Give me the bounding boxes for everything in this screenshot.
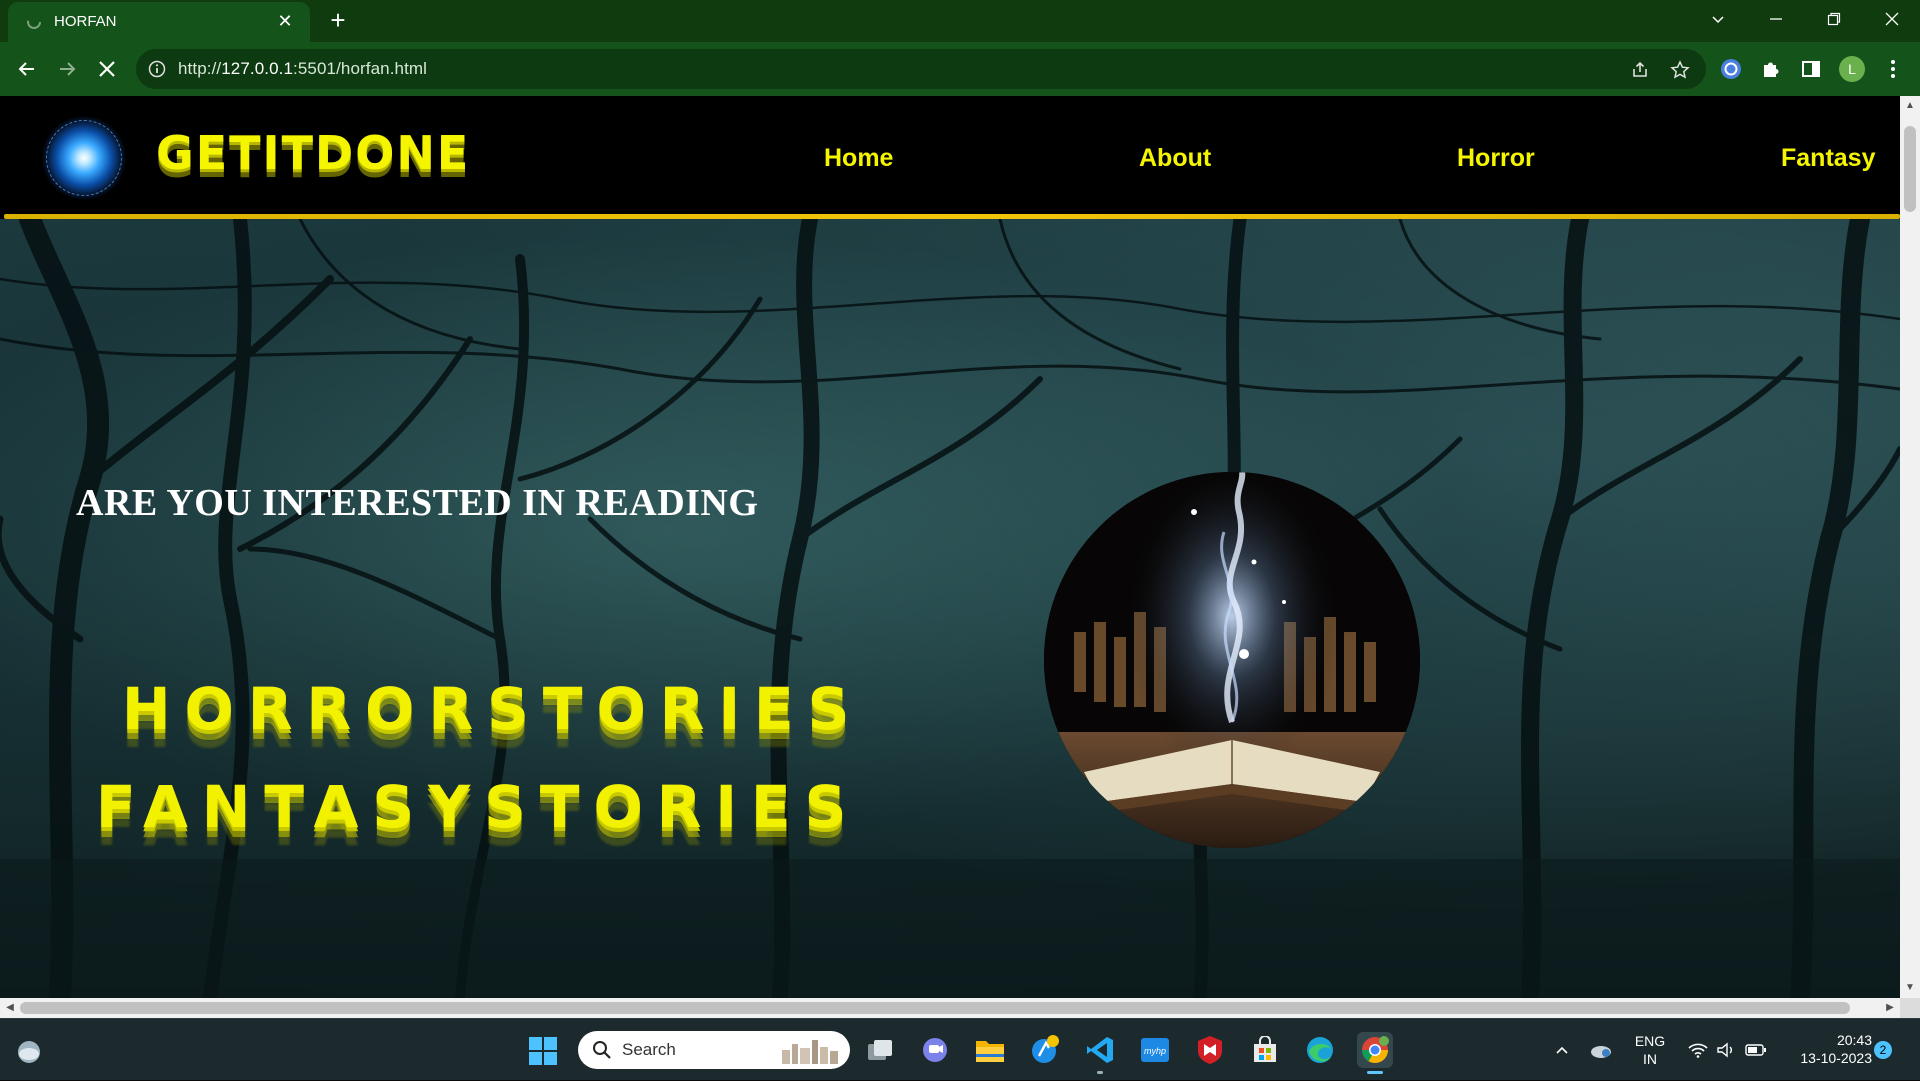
teams-chat-icon[interactable] xyxy=(917,1032,953,1068)
address-bar[interactable]: http://127.0.0.1:5501/horfan.html xyxy=(136,49,1706,89)
url-text: http://127.0.0.1:5501/horfan.html xyxy=(178,59,428,78)
scroll-right-icon[interactable]: ▶ xyxy=(1884,1002,1896,1014)
weather-icon[interactable] xyxy=(14,1036,44,1066)
wifi-icon[interactable] xyxy=(1684,1019,1712,1081)
chrome-icon[interactable] xyxy=(1357,1032,1393,1074)
extensions-puzzle-icon[interactable] xyxy=(1756,54,1786,84)
windows-start-icon[interactable] xyxy=(528,1036,558,1066)
mcafee-icon[interactable] xyxy=(1192,1032,1228,1068)
hero-horror-stories-title: HORRORSTORIES xyxy=(122,675,864,743)
back-icon[interactable] xyxy=(12,54,42,84)
nav-horror-link[interactable]: Horror xyxy=(1457,144,1535,173)
site-brand[interactable]: GETITDONE xyxy=(156,126,470,180)
task-view-icon[interactable] xyxy=(862,1032,898,1068)
onedrive-sync-icon[interactable] xyxy=(1586,1019,1616,1081)
nav-home-link[interactable]: Home xyxy=(824,144,893,173)
search-highlight-city-icon xyxy=(782,1040,838,1064)
nav-fantasy-link[interactable]: Fantasy xyxy=(1781,144,1875,173)
tab-close-icon[interactable]: ✕ xyxy=(274,10,296,32)
clock-date: 13-10-2023 xyxy=(1800,1050,1872,1066)
clock-time: 20:43 xyxy=(1836,1032,1872,1048)
hero-section: ARE YOU INTERESTED IN READING HORRORSTOR… xyxy=(0,219,1900,998)
vscode-icon[interactable] xyxy=(1082,1032,1118,1074)
file-explorer-icon[interactable] xyxy=(972,1032,1008,1068)
taskbar-search-box[interactable]: Search xyxy=(578,1031,850,1069)
profile-avatar[interactable]: L xyxy=(1839,56,1865,82)
dark-forest-background xyxy=(0,219,1900,998)
chrome-active-indicator xyxy=(1367,1071,1383,1074)
close-window-icon[interactable] xyxy=(1866,0,1918,38)
tab-search-icon[interactable] xyxy=(1692,0,1744,38)
notification-count-badge[interactable]: 2 xyxy=(1874,1041,1892,1059)
site-header: GETITDONE Home About Horror Fantasy xyxy=(0,96,1900,219)
scrollbar-corner xyxy=(1900,998,1920,1018)
clock[interactable]: 20:43 13-10-2023 xyxy=(1780,1031,1872,1067)
horizontal-scrollbar[interactable]: ◀ ▶ xyxy=(0,998,1900,1018)
share-icon[interactable] xyxy=(1630,60,1650,80)
loading-favicon-icon xyxy=(27,15,41,29)
site-logo-orb[interactable] xyxy=(42,116,126,200)
search-label: Search xyxy=(622,1040,676,1059)
battery-icon[interactable] xyxy=(1742,1019,1770,1081)
scroll-up-icon[interactable]: ▲ xyxy=(1904,100,1916,112)
browser-tab[interactable]: HORFAN ✕ xyxy=(8,2,310,42)
stop-loading-icon[interactable] xyxy=(92,54,122,84)
chrome-menu-icon[interactable] xyxy=(1878,54,1908,84)
search-icon xyxy=(593,1041,611,1059)
site-info-icon[interactable] xyxy=(148,60,166,78)
hero-fantasy-stories-title: FANTASYSTORIES xyxy=(96,773,861,841)
horizontal-scroll-thumb[interactable] xyxy=(20,1002,1850,1014)
restore-icon[interactable] xyxy=(1808,0,1860,38)
region-code: IN xyxy=(1643,1051,1657,1067)
vscode-running-indicator xyxy=(1097,1071,1103,1074)
forward-icon[interactable] xyxy=(52,54,82,84)
side-panel-icon[interactable] xyxy=(1796,54,1826,84)
intel-app-icon[interactable] xyxy=(1027,1032,1063,1068)
minimize-icon[interactable] xyxy=(1750,0,1802,38)
language-code: ENG xyxy=(1634,1033,1666,1049)
volume-icon[interactable] xyxy=(1712,1019,1740,1081)
language-indicator[interactable]: ENG IN xyxy=(1628,1032,1672,1068)
tab-title: HORFAN xyxy=(54,13,117,30)
page-viewport: GETITDONE Home About Horror Fantasy ARE … xyxy=(0,96,1900,998)
windows-taskbar: Search myhp ENG IN 20:43 13-10-2023 2 xyxy=(0,1018,1920,1080)
browser-tabstrip: HORFAN ✕ + xyxy=(0,0,1920,42)
vertical-scroll-thumb[interactable] xyxy=(1904,126,1916,212)
hero-question: ARE YOU INTERESTED IN READING xyxy=(76,482,759,524)
nav-about-link[interactable]: About xyxy=(1139,144,1211,173)
vertical-scrollbar[interactable]: ▲ ▼ xyxy=(1900,96,1920,998)
svg-text:myhp: myhp xyxy=(1144,1046,1166,1056)
microsoft-store-icon[interactable] xyxy=(1247,1032,1283,1068)
scroll-left-icon[interactable]: ◀ xyxy=(4,1002,16,1014)
bookmark-star-icon[interactable] xyxy=(1670,60,1690,80)
edge-icon[interactable] xyxy=(1302,1032,1338,1068)
extension-google-lens-icon[interactable] xyxy=(1716,54,1746,84)
new-tab-button[interactable]: + xyxy=(324,6,352,34)
scroll-down-icon[interactable]: ▼ xyxy=(1904,982,1916,994)
show-hidden-icons-chevron-icon[interactable] xyxy=(1550,1019,1574,1081)
myhp-icon[interactable]: myhp xyxy=(1137,1032,1173,1068)
magic-book-image xyxy=(1044,472,1420,848)
browser-toolbar: http://127.0.0.1:5501/horfan.html L xyxy=(0,42,1920,96)
